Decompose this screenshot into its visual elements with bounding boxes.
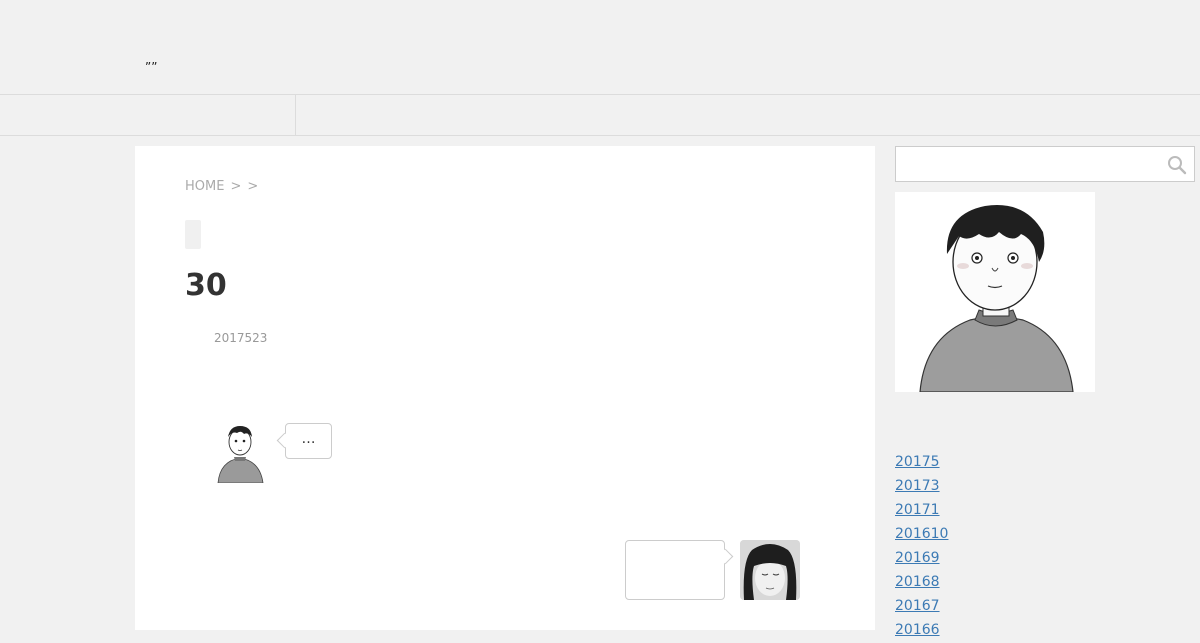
site-header: ””: [0, 0, 1200, 95]
sidebar: 20175 20173 20171 201610 20169 20168 201…: [895, 146, 1200, 638]
breadcrumb: HOME > >: [185, 179, 258, 194]
post-title: 30: [185, 268, 227, 303]
breadcrumb-home-link[interactable]: HOME: [185, 179, 224, 194]
post-date: 2017523: [214, 331, 268, 345]
archive-link[interactable]: 20168: [895, 574, 940, 590]
breadcrumb-separator: >: [247, 179, 259, 194]
search-button[interactable]: [1166, 154, 1188, 176]
archive-link[interactable]: 20171: [895, 502, 940, 518]
archive-item: 20175: [895, 451, 948, 475]
search-icon: [1168, 156, 1187, 175]
archive-link[interactable]: 20167: [895, 598, 940, 614]
category-badge[interactable]: [185, 220, 201, 249]
archive-link[interactable]: 20166: [895, 622, 940, 638]
profile-image: [895, 192, 1095, 392]
avatar-boy: [212, 421, 269, 483]
nav-item[interactable]: [0, 95, 296, 135]
site-title[interactable]: ””: [145, 60, 157, 74]
archive-item: 20166: [895, 619, 948, 643]
speech-bubble-right: [625, 540, 725, 600]
archive-list: 20175 20173 20171 201610 20169 20168 201…: [895, 451, 948, 643]
archive-item: 20169: [895, 547, 948, 571]
archive-item: 20171: [895, 499, 948, 523]
archive-item: 20167: [895, 595, 948, 619]
speech-bubble-left: …: [285, 423, 332, 459]
archive-link[interactable]: 20175: [895, 454, 940, 470]
search-form: [895, 146, 1195, 182]
global-nav: [0, 95, 1200, 136]
breadcrumb-separator: >: [230, 179, 242, 194]
archive-link[interactable]: 201610: [895, 526, 948, 542]
search-input[interactable]: [896, 147, 1156, 181]
archive-item: 20173: [895, 475, 948, 499]
main-content: HOME > > 30 2017523 …: [135, 146, 875, 630]
archive-link[interactable]: 20169: [895, 550, 940, 566]
archive-link[interactable]: 20173: [895, 478, 940, 494]
archive-item: 20168: [895, 571, 948, 595]
avatar-girl: [740, 540, 800, 600]
archive-item: 201610: [895, 523, 948, 547]
